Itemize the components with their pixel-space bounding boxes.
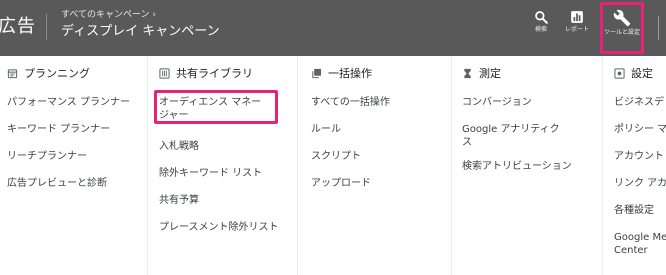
menu-item-audience-manager[interactable]: オーディエンス マネージャー xyxy=(159,96,271,122)
brand-label: 広告 xyxy=(0,16,36,37)
column-heading-label: 設定 xyxy=(631,67,653,80)
report-button[interactable]: レポート xyxy=(561,6,593,50)
menu-item-preferences[interactable]: 各種設定 xyxy=(614,204,654,217)
tools-and-settings-button[interactable]: ツールと設定 xyxy=(600,2,644,54)
menu-item-policy-manager[interactable]: ポリシー マ xyxy=(614,123,666,136)
menu-item-scripts[interactable]: スクリプト xyxy=(311,150,361,163)
menu-item-keyword-planner[interactable]: キーワード プランナー xyxy=(7,123,110,136)
menu-item-rules[interactable]: ルール xyxy=(311,123,341,136)
column-heading-label: プランニング xyxy=(24,67,90,80)
column-heading-shared-library: 共有ライブラリ xyxy=(159,64,253,82)
menu-item-google-analytics[interactable]: Google アナリティクス xyxy=(462,123,566,149)
settings-box-icon xyxy=(614,67,625,79)
menu-item-conversions[interactable]: コンバージョン xyxy=(462,96,532,109)
hourglass-icon xyxy=(464,68,471,78)
column-planning: プランニング パフォーマンス プランナー キーワード プランナー リーチプランナ… xyxy=(7,56,145,275)
column-separator xyxy=(297,56,298,275)
search-button-label: 検索 xyxy=(534,26,547,33)
campaign-title[interactable]: ディスプレイ キャンペーン xyxy=(61,23,220,40)
copy-icon xyxy=(312,68,322,78)
column-heading-measurement: 測定 xyxy=(462,64,501,82)
top-header: 広告 すべてのキャンペーン › ディスプレイ キャンペーン 検索 レポート ツー… xyxy=(0,0,666,56)
tools-menu-panel: プランニング パフォーマンス プランナー キーワード プランナー リーチプランナ… xyxy=(0,56,666,275)
column-separator xyxy=(147,56,148,275)
column-shared-library: 共有ライブラリ オーディエンス マネージャー 入札戦略 除外キーワード リスト … xyxy=(154,56,289,275)
menu-item-negative-keyword-lists[interactable]: 除外キーワード リスト xyxy=(159,167,262,180)
breadcrumb[interactable]: すべてのキャンペーン › xyxy=(61,10,156,21)
search-button[interactable]: 検索 xyxy=(528,6,554,50)
header-divider-left xyxy=(46,14,47,40)
menu-item-shared-budgets[interactable]: 共有予算 xyxy=(159,194,199,207)
column-separator xyxy=(451,56,452,275)
column-separator xyxy=(602,56,603,275)
column-heading-label: 共有ライブラリ xyxy=(176,67,253,80)
menu-item-reach-planner[interactable]: リーチプランナー xyxy=(7,150,87,163)
menu-item-linked-accounts[interactable]: リンク アカ xyxy=(614,177,666,190)
menu-item-bid-strategies[interactable]: 入札戦略 xyxy=(159,140,199,153)
column-measurement: 測定 コンバージョン Google アナリティクス 検索アトリビューション xyxy=(462,56,594,275)
search-icon xyxy=(535,11,548,24)
column-heading-label: 一括操作 xyxy=(328,67,372,80)
calendar-icon xyxy=(7,68,18,78)
column-heading-label: 測定 xyxy=(479,67,501,80)
column-heading-settings: 設定 xyxy=(614,64,653,82)
library-icon xyxy=(159,67,170,79)
column-heading-planning: プランニング xyxy=(7,64,90,82)
menu-item-business-data[interactable]: ビジネスデ xyxy=(614,96,664,109)
column-settings: 設定 ビジネスデ ポリシー マ アカウント リンク アカ 各種設定 Google… xyxy=(614,56,666,275)
tools-button-label: ツールと設定 xyxy=(603,29,640,36)
menu-item-merchant-center[interactable]: Google Mer Center xyxy=(614,231,666,257)
menu-item-uploads[interactable]: アップロード xyxy=(311,177,371,190)
menu-item-performance-planner[interactable]: パフォーマンス プランナー xyxy=(7,96,130,109)
bar-chart-icon xyxy=(571,11,583,23)
header-divider-right xyxy=(658,16,659,40)
menu-item-ad-preview[interactable]: 広告プレビューと診断 xyxy=(7,177,107,190)
menu-item-placement-exclusion-lists[interactable]: プレースメント除外リスト xyxy=(159,221,279,234)
wrench-icon xyxy=(613,9,631,27)
column-heading-bulk-actions: 一括操作 xyxy=(311,64,372,82)
column-bulk-actions: 一括操作 すべての一括操作 ルール スクリプト アップロード xyxy=(311,56,451,275)
report-button-label: レポート xyxy=(564,26,589,33)
menu-item-all-bulk-actions[interactable]: すべての一括操作 xyxy=(311,96,390,109)
menu-item-account-access[interactable]: アカウント xyxy=(614,150,664,163)
menu-item-search-attribution[interactable]: 検索アトリビューション xyxy=(462,160,572,173)
